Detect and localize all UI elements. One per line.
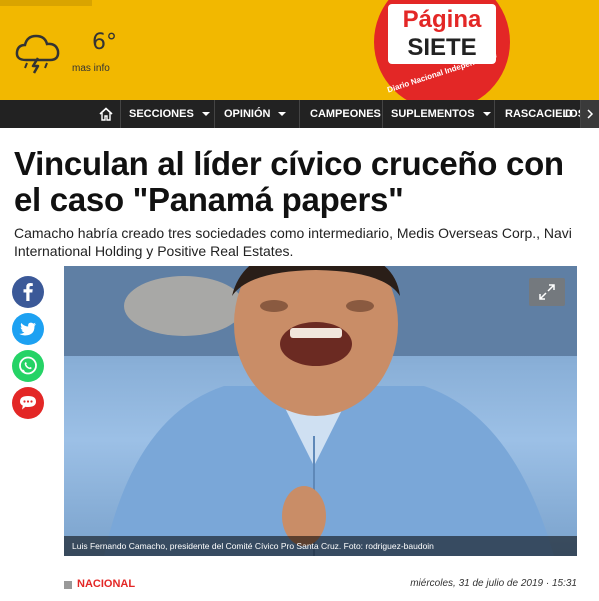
weather-widget[interactable]: 6° mas info xyxy=(14,26,124,82)
nav-item-label: OPINIÓN xyxy=(224,108,271,120)
weather-more-info-link[interactable]: mas info xyxy=(72,63,110,74)
comments-button[interactable] xyxy=(12,387,44,419)
chevron-down-icon xyxy=(278,112,287,117)
nav-item-label: D xyxy=(565,108,573,120)
chevron-right-icon xyxy=(587,109,594,119)
home-icon[interactable] xyxy=(98,106,114,122)
temperature-value: 6° xyxy=(92,30,117,55)
nav-divider xyxy=(299,100,300,128)
share-twitter-button[interactable] xyxy=(12,313,44,345)
nav-divider xyxy=(120,100,121,128)
top-bar: 6° mas info Página SIETE Diario Nacional… xyxy=(0,0,599,110)
nav-item-truncated[interactable]: D xyxy=(565,100,573,128)
expand-icon xyxy=(539,284,555,300)
article-subtitle: Camacho habría creado tres sociedades co… xyxy=(14,225,572,259)
comment-icon xyxy=(20,396,36,410)
top-tab-strip xyxy=(0,0,92,6)
image-caption: Luis Fernando Camacho, presidente del Co… xyxy=(64,536,577,556)
nav-scroll-right-button[interactable] xyxy=(581,100,599,128)
article-headline: Vinculan al líder cívico cruceño con el … xyxy=(14,145,564,218)
person-photo-illustration xyxy=(64,266,577,556)
chevron-down-icon xyxy=(482,112,491,117)
nav-divider xyxy=(494,100,495,128)
nav-divider xyxy=(382,100,383,128)
section-bullet xyxy=(64,581,72,589)
twitter-icon xyxy=(19,322,36,336)
article-photo[interactable]: Luis Fernando Camacho, presidente del Co… xyxy=(64,266,577,556)
storm-cloud-icon xyxy=(15,34,60,74)
nav-item-opinion[interactable]: OPINIÓN xyxy=(224,100,287,128)
expand-image-button[interactable] xyxy=(529,278,565,306)
facebook-icon xyxy=(23,283,33,301)
nav-item-campeones[interactable]: CAMPEONES xyxy=(310,100,381,128)
nav-item-label: CAMPEONES xyxy=(310,108,381,120)
share-facebook-button[interactable] xyxy=(12,276,44,308)
main-nav: SECCIONES OPINIÓN CAMPEONES SUPLEMENTOS … xyxy=(0,100,599,128)
site-logo[interactable]: Página SIETE Diario Nacional Independien… xyxy=(374,0,510,110)
nav-item-label: SUPLEMENTOS xyxy=(391,108,475,120)
nav-item-suplementos[interactable]: SUPLEMENTOS xyxy=(391,100,491,128)
logo-word-pagina: Página xyxy=(402,6,482,33)
section-link[interactable]: NACIONAL xyxy=(77,578,135,590)
whatsapp-icon xyxy=(19,356,37,375)
share-whatsapp-button[interactable] xyxy=(12,350,44,382)
nav-item-label: SECCIONES xyxy=(129,108,194,120)
nav-item-label: RASCACIELOS xyxy=(505,108,586,120)
nav-item-rascacielos[interactable]: RASCACIELOS xyxy=(505,100,585,128)
publish-date: miércoles, 31 de julio de 2019 · 15:31 xyxy=(410,578,577,589)
chevron-down-icon xyxy=(201,112,210,117)
nav-divider xyxy=(214,100,215,128)
nav-item-secciones[interactable]: SECCIONES xyxy=(129,100,210,128)
